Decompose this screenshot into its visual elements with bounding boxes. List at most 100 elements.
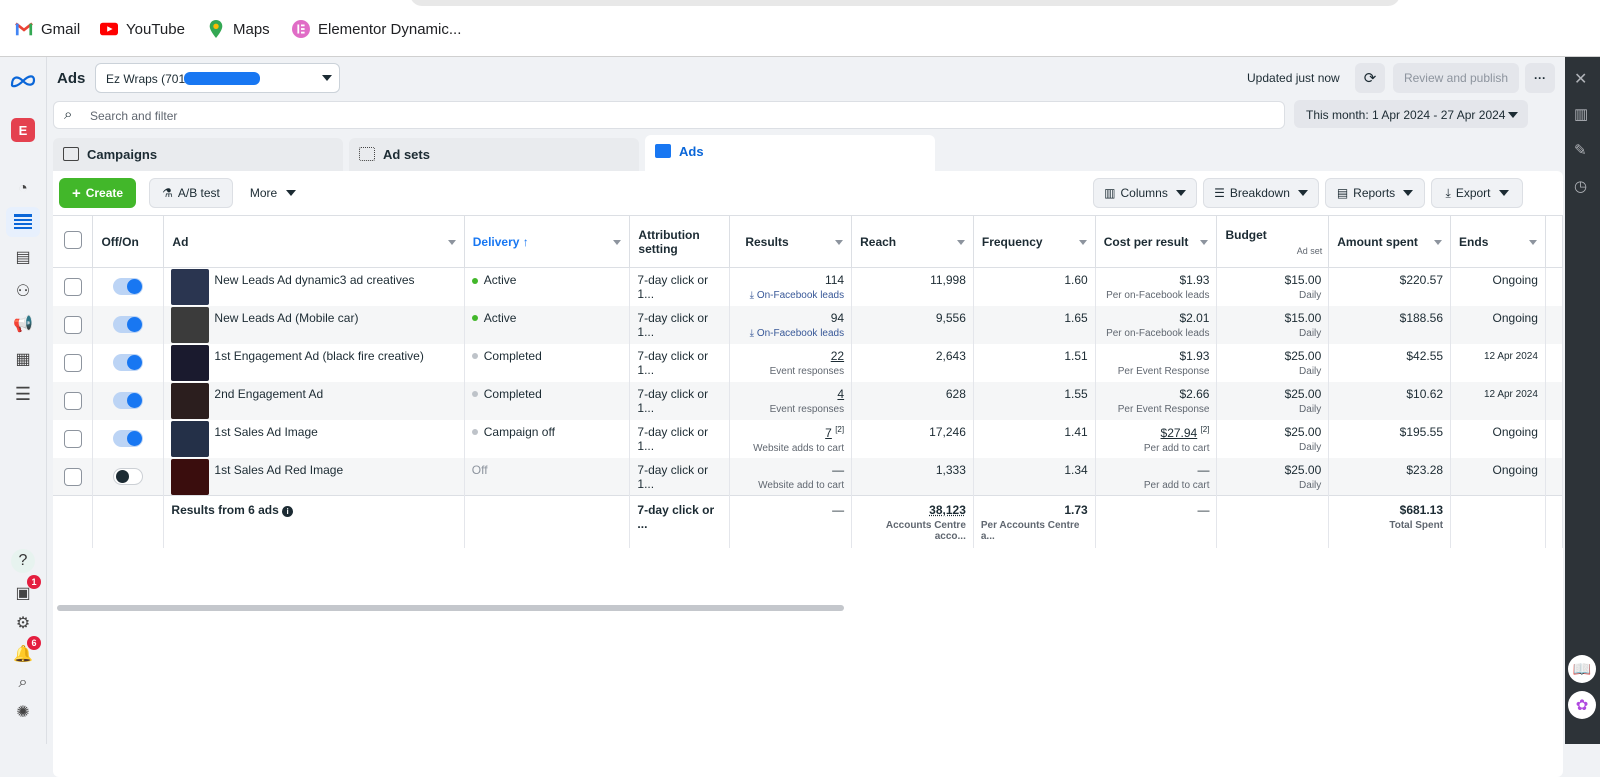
bookmark-youtube[interactable]: YouTube <box>100 20 185 38</box>
bug-report-icon[interactable]: ✺ <box>11 700 35 724</box>
ad-toggle-switch[interactable] <box>113 316 143 333</box>
ad-name[interactable]: 1st Sales Ad Image <box>214 425 317 439</box>
ad-thumbnail[interactable] <box>171 383 209 419</box>
billing-icon[interactable]: ▦ <box>11 347 35 371</box>
ad-thumbnail[interactable] <box>171 269 209 305</box>
ads-manager-table-icon[interactable] <box>6 207 40 237</box>
ad-name[interactable]: 1st Engagement Ad (black fire creative) <box>214 349 423 363</box>
budget-value[interactable]: $15.00 <box>1285 311 1322 325</box>
date-range-picker[interactable]: This month: 1 Apr 2024 - 27 Apr 2024 <box>1294 100 1528 128</box>
col-reach[interactable]: Reach <box>852 216 974 268</box>
ad-name[interactable]: 2nd Engagement Ad <box>214 387 323 401</box>
col-delivery[interactable]: Delivery ↑ <box>464 216 630 268</box>
refresh-button[interactable]: ⟳ <box>1355 63 1385 93</box>
table-row[interactable]: 1st Sales Ad Red Image Off 7-day click or … <box>53 458 1563 496</box>
reach-value: 17,246 <box>929 425 966 439</box>
ad-thumbnail[interactable] <box>171 345 209 381</box>
dashboard-icon[interactable]: ◔ <box>11 177 35 201</box>
search-input[interactable]: ⌕ Search and filter <box>53 101 1285 129</box>
create-button[interactable]: + Create <box>59 178 136 208</box>
ad-name[interactable]: New Leads Ad dynamic3 ad creatives <box>214 273 414 287</box>
col-budget[interactable]: Budget Ad set <box>1217 216 1329 268</box>
results-value[interactable]: — <box>832 463 844 477</box>
ad-thumbnail[interactable] <box>171 307 209 343</box>
table-row[interactable]: New Leads Ad (Mobile car) Active 7-day cli… <box>53 306 1563 344</box>
col-results[interactable]: Results <box>730 216 852 268</box>
results-value[interactable]: 22 <box>831 349 844 363</box>
history-clock-icon[interactable]: ◷ <box>1574 177 1587 195</box>
ad-thumbnail[interactable] <box>171 421 209 457</box>
ad-toggle-switch[interactable] <box>113 392 143 409</box>
assistant-icon[interactable]: ✿ <box>1568 691 1596 719</box>
select-all-checkbox[interactable] <box>64 231 82 249</box>
row-checkbox[interactable] <box>64 468 82 486</box>
row-checkbox[interactable] <box>64 278 82 296</box>
chevron-down-icon <box>1176 190 1186 196</box>
table-row[interactable]: 2nd Engagement Ad Completed 7-day click or… <box>53 382 1563 420</box>
col-frequency[interactable]: Frequency <box>973 216 1095 268</box>
results-value[interactable]: 114 <box>825 273 844 287</box>
more-dropdown[interactable]: More <box>243 178 303 208</box>
tab-ads[interactable]: Ads <box>645 135 935 172</box>
export-button[interactable]: ⤓ Export <box>1431 178 1523 208</box>
account-selector[interactable]: Ez Wraps (70101 <box>95 63 340 93</box>
edit-pencil-icon[interactable]: ✎ <box>1574 141 1587 159</box>
bookmark-elementor[interactable]: Elementor Dynamic... <box>292 20 461 38</box>
results-value[interactable]: 7 <box>825 426 832 440</box>
col-ad[interactable]: Ad <box>164 216 464 268</box>
table-row[interactable]: 1st Engagement Ad (black fire creative) C… <box>53 344 1563 382</box>
close-icon[interactable]: ✕ <box>1574 69 1587 89</box>
account-avatar[interactable]: E <box>11 118 35 142</box>
audiences-icon[interactable]: ⚇ <box>11 279 35 303</box>
results-type[interactable]: On-Facebook leads <box>757 328 844 339</box>
reports-button[interactable]: ▤ Reports <box>1325 178 1425 208</box>
table-row[interactable]: 1st Sales Ad Image Campaign off 7-day clic… <box>53 420 1563 458</box>
budget-value[interactable]: $25.00 <box>1285 425 1322 439</box>
pages-icon[interactable]: ▤ <box>11 245 35 269</box>
results-type[interactable]: On-Facebook leads <box>757 290 844 301</box>
review-publish-button[interactable]: Review and publish <box>1393 63 1519 93</box>
table-row[interactable]: New Leads Ad dynamic3 ad creatives Active… <box>53 268 1563 306</box>
tab-ad-sets[interactable]: Ad sets <box>349 138 639 172</box>
ad-toggle-switch[interactable] <box>113 430 143 447</box>
bookmark-maps[interactable]: Maps <box>207 20 270 38</box>
ab-test-button[interactable]: ⚗ A/B test <box>149 178 233 208</box>
row-checkbox[interactable] <box>64 354 82 372</box>
ad-toggle-switch[interactable] <box>113 468 143 485</box>
notifications-list-icon[interactable]: ▣ 1 <box>11 581 35 605</box>
row-checkbox[interactable] <box>64 316 82 334</box>
ad-name[interactable]: 1st Sales Ad Red Image <box>214 463 343 477</box>
results-value[interactable]: 94 <box>831 311 844 325</box>
help-icon[interactable]: ? <box>11 549 35 573</box>
budget-value[interactable]: $15.00 <box>1285 273 1322 287</box>
results-value[interactable]: 4 <box>837 387 844 401</box>
row-checkbox[interactable] <box>64 430 82 448</box>
more-options-button[interactable]: ··· <box>1525 63 1555 93</box>
breakdown-button[interactable]: ☰ Breakdown <box>1203 178 1319 208</box>
col-attribution[interactable]: Attribution setting <box>630 216 730 268</box>
row-checkbox[interactable] <box>64 392 82 410</box>
ad-name[interactable]: New Leads Ad (Mobile car) <box>214 311 358 325</box>
tab-campaigns[interactable]: Campaigns <box>53 138 343 172</box>
settings-gear-icon[interactable]: ⚙ <box>11 611 35 635</box>
columns-button[interactable]: ▥ Columns <box>1093 178 1197 208</box>
ad-toggle-switch[interactable] <box>113 354 143 371</box>
chevron-down-icon <box>1434 240 1442 245</box>
menu-icon[interactable]: ☰ <box>11 382 35 406</box>
budget-value[interactable]: $25.00 <box>1285 387 1322 401</box>
campaign-megaphone-icon[interactable]: 📢 <box>11 312 35 336</box>
col-ends[interactable]: Ends <box>1451 216 1546 268</box>
search-icon[interactable]: ⌕ <box>11 671 35 695</box>
horizontal-scrollbar[interactable] <box>57 605 844 611</box>
col-cost-per-result[interactable]: Cost per result <box>1095 216 1217 268</box>
budget-value[interactable]: $25.00 <box>1285 349 1322 363</box>
meta-logo-icon[interactable] <box>8 69 38 93</box>
ad-thumbnail[interactable] <box>171 459 209 495</box>
chart-icon[interactable]: ▥ <box>1574 105 1588 123</box>
bell-icon[interactable]: 🔔 6 <box>11 642 35 666</box>
col-amount-spent[interactable]: Amount spent <box>1329 216 1451 268</box>
ad-toggle-switch[interactable] <box>113 278 143 295</box>
guide-book-icon[interactable]: 📖 <box>1568 655 1596 683</box>
budget-value[interactable]: $25.00 <box>1285 463 1322 477</box>
bookmark-gmail[interactable]: Gmail <box>15 20 80 38</box>
